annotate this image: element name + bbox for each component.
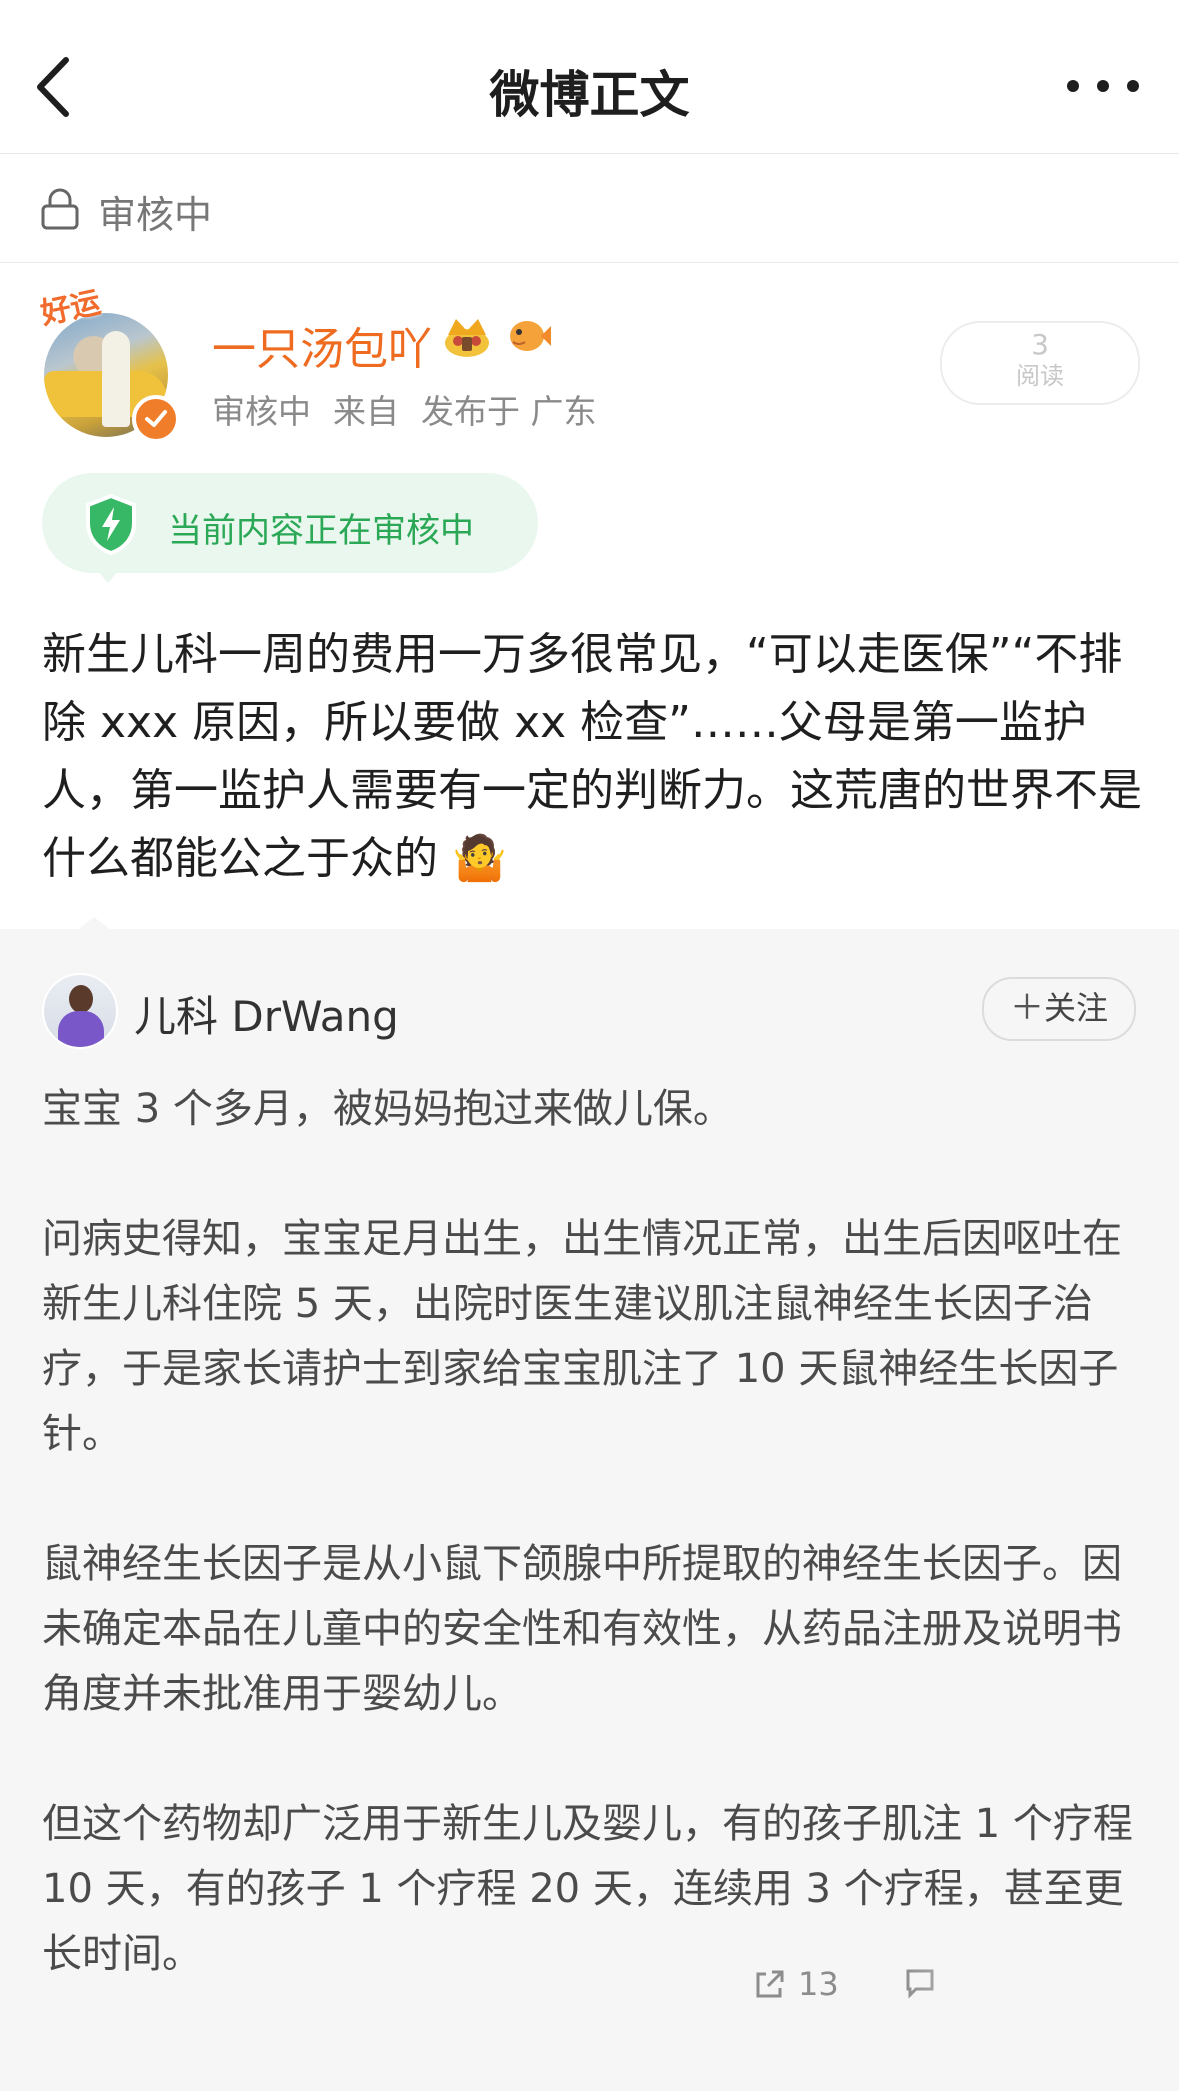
read-label: 阅读	[1016, 362, 1064, 390]
fish-icon	[510, 321, 552, 351]
verified-icon	[132, 395, 180, 443]
repost-author-avatar[interactable]	[42, 973, 118, 1049]
share-count: 13	[798, 1965, 839, 2003]
repost-actions: 13	[752, 1953, 1179, 2023]
share-icon	[756, 1970, 784, 1998]
read-count: 3	[1031, 328, 1049, 361]
more-dots-icon[interactable]	[1033, 66, 1143, 106]
meta-location: 发布于 广东	[421, 392, 597, 431]
repost-body: 宝宝 3 个多月，被妈妈抱过来做儿保。 问病史得知，宝宝足月出生，出生情况正常，…	[42, 1077, 1157, 2052]
crown-icon	[445, 319, 489, 357]
post-card: 好运 一只汤包吖 审核中 来自 发布于 广东 3 阅读 当前内容正在审核中 新生…	[0, 263, 1179, 929]
repost-paragraph: 宝宝 3 个多月，被妈妈抱过来做儿保。	[42, 1086, 733, 1132]
audit-notice-text: 当前内容正在审核中	[168, 511, 474, 551]
review-status-text: 审核中	[98, 193, 213, 237]
author-username[interactable]: 一只汤包吖	[212, 313, 432, 377]
author-avatar[interactable]: 好运	[38, 283, 180, 443]
meta-source: 来自	[333, 392, 399, 431]
page-title: 微博正文	[489, 66, 690, 124]
lock-icon	[41, 188, 79, 230]
post-body: 新生儿科一周的费用一万多很常见，“可以走医保”“不排除 xxx 原因，所以要做 …	[42, 621, 1152, 893]
follow-label: 关注	[1043, 989, 1108, 1027]
meta-status: 审核中	[212, 392, 311, 431]
user-badges	[440, 313, 552, 363]
audit-notice: 当前内容正在审核中	[42, 473, 538, 573]
reposted-card[interactable]: 儿科 DrWang ＋关注 宝宝 3 个多月，被妈妈抱过来做儿保。 问病史得知，…	[0, 929, 1179, 2091]
shrug-emoji: 🤷	[452, 833, 507, 884]
plus-icon: ＋	[1009, 988, 1044, 1028]
read-count-badge: 3 阅读	[940, 321, 1140, 405]
post-text: 新生儿科一周的费用一万多很常见，“可以走医保”“不排除 xxx 原因，所以要做 …	[42, 629, 1142, 884]
follow-button[interactable]: ＋关注	[982, 977, 1136, 1041]
repost-paragraph: 问病史得知，宝宝足月出生，出生情况正常，出生后因呕吐在新生儿科住院 5 天，出院…	[42, 1216, 1122, 1457]
repost-author-name[interactable]: 儿科 DrWang	[134, 983, 399, 1044]
repost-paragraph: 鼠神经生长因子是从小鼠下颌腺中所提取的神经生长因子。因未确定本品在儿童中的安全性…	[42, 1541, 1122, 1717]
top-nav-bar: 微博正文	[0, 0, 1179, 154]
action-fade	[902, 1953, 1179, 2013]
post-meta: 审核中 来自 发布于 广东	[212, 385, 619, 433]
audit-notice-tail	[96, 569, 120, 583]
review-status-bar: 审核中	[0, 154, 1179, 263]
shield-icon	[86, 493, 136, 555]
share-action[interactable]: 13	[752, 1963, 839, 2003]
